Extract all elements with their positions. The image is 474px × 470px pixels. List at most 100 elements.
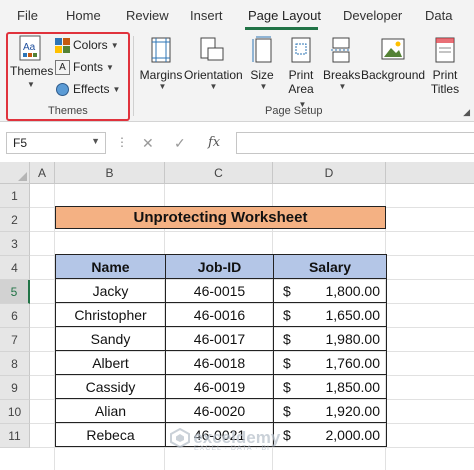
tab-home[interactable]: Home: [66, 8, 101, 23]
name-box[interactable]: F5 ▼: [6, 132, 106, 154]
chevron-down-icon: ▼: [106, 62, 114, 72]
name-cell[interactable]: Christopher: [55, 302, 166, 327]
effects-button[interactable]: Effects ▼: [55, 79, 120, 99]
name-cell[interactable]: Sandy: [55, 326, 166, 351]
print-titles-icon: [435, 37, 455, 63]
print-titles-button[interactable]: Print Titles: [428, 36, 462, 96]
page-setup-group-label: Page Setup: [265, 105, 323, 117]
row-header-9[interactable]: 9: [0, 376, 30, 400]
fonts-button[interactable]: A Fonts ▼: [55, 57, 114, 77]
row-header-5[interactable]: 5: [0, 280, 30, 304]
salary-cell[interactable]: $1,760.00: [273, 350, 387, 375]
tab-review[interactable]: Review: [126, 8, 169, 23]
header-cell-salary[interactable]: Salary: [273, 254, 387, 279]
name-cell[interactable]: Albert: [55, 350, 166, 375]
cancel-icon[interactable]: ✕: [142, 135, 154, 152]
salary-amount: 1,800.00: [325, 283, 381, 299]
margins-label: Margins: [139, 68, 183, 82]
job-id-cell[interactable]: 46-0017: [165, 326, 274, 351]
salary-amount: 1,650.00: [325, 307, 381, 323]
orientation-button[interactable]: Orientation ▼: [184, 36, 243, 91]
job-id-cell[interactable]: 46-0018: [165, 350, 274, 375]
salary-cell[interactable]: $1,650.00: [273, 302, 387, 327]
salary-cell[interactable]: $1,800.00: [273, 278, 387, 303]
row-header-1[interactable]: 1: [0, 184, 30, 208]
table-row: Albert 46-0018 $1,760.00: [55, 350, 387, 375]
worksheet-title-cell[interactable]: Unprotecting Worksheet: [55, 206, 386, 229]
job-id-cell[interactable]: 46-0019: [165, 374, 274, 399]
column-header-c[interactable]: C: [165, 162, 273, 184]
themes-icon: Aa: [19, 35, 41, 61]
tab-file[interactable]: File: [17, 8, 38, 23]
salary-cell[interactable]: $1,850.00: [273, 374, 387, 399]
orientation-icon: [200, 37, 224, 61]
chevron-down-icon[interactable]: ▼: [91, 136, 100, 146]
currency-symbol: $: [283, 283, 291, 299]
job-id-cell[interactable]: 46-0016: [165, 302, 274, 327]
tab-developer[interactable]: Developer: [343, 8, 402, 23]
print-area-button[interactable]: Print Area ▼: [283, 36, 319, 112]
page-size-icon: [252, 36, 272, 63]
salary-cell[interactable]: $1,920.00: [273, 398, 387, 423]
job-id-cell[interactable]: 46-0015: [165, 278, 274, 303]
dialog-launcher-icon[interactable]: ◢: [463, 107, 470, 118]
column-header-e[interactable]: [386, 162, 474, 184]
watermark-subtitle: EXCEL · DATA · BI: [194, 445, 270, 452]
fonts-label: Fonts: [73, 60, 104, 74]
column-header-a[interactable]: A: [30, 162, 55, 184]
salary-amount: 1,920.00: [325, 403, 381, 419]
themes-button[interactable]: Aa Themes ▼: [10, 34, 53, 89]
row-header-11[interactable]: 11: [0, 424, 30, 448]
name-cell[interactable]: Alian: [55, 398, 166, 423]
tab-insert[interactable]: Insert: [190, 8, 223, 23]
formula-bar: F5 ▼ ⋮ ✕ ✓ fx: [0, 122, 474, 162]
header-cell-job-id[interactable]: Job-ID: [165, 254, 274, 279]
name-box-value: F5: [13, 136, 28, 150]
breaks-button[interactable]: Breaks ▼: [323, 36, 361, 91]
name-cell[interactable]: Rebeca: [55, 422, 166, 447]
margins-button[interactable]: Margins ▼: [138, 36, 184, 91]
currency-symbol: $: [283, 427, 291, 443]
job-id-cell[interactable]: 46-0020: [165, 398, 274, 423]
row-header-4[interactable]: 4: [0, 256, 30, 280]
background-button[interactable]: Background: [361, 36, 425, 82]
effects-icon: [55, 82, 70, 97]
more-options-icon[interactable]: ⋮: [116, 135, 128, 149]
row-header-8[interactable]: 8: [0, 352, 30, 376]
colors-button[interactable]: Colors ▼: [55, 35, 119, 55]
salary-cell[interactable]: $2,000.00: [273, 422, 387, 447]
column-header-d[interactable]: D: [273, 162, 386, 184]
size-label: Size: [250, 68, 274, 82]
currency-symbol: $: [283, 403, 291, 419]
row-header-10[interactable]: 10: [0, 400, 30, 424]
row-header-7[interactable]: 7: [0, 328, 30, 352]
margins-icon: [151, 37, 171, 63]
row-header-3[interactable]: 3: [0, 232, 30, 256]
enter-check-icon[interactable]: ✓: [174, 135, 186, 152]
formula-input[interactable]: [236, 132, 474, 154]
colors-label: Colors: [73, 38, 108, 52]
insert-function-icon[interactable]: fx: [208, 135, 220, 150]
breaks-label: Breaks: [323, 68, 361, 82]
name-cell[interactable]: Cassidy: [55, 374, 166, 399]
table-header-row: Name Job-ID Salary: [55, 254, 387, 279]
gridline: [30, 231, 474, 232]
orientation-label: Orientation: [184, 68, 243, 82]
header-cell-name[interactable]: Name: [55, 254, 166, 279]
size-button[interactable]: Size ▼: [248, 36, 276, 91]
row-header-6[interactable]: 6: [0, 304, 30, 328]
tab-data[interactable]: Data: [425, 8, 452, 23]
select-all-corner[interactable]: [0, 162, 30, 184]
salary-cell[interactable]: $1,980.00: [273, 326, 387, 351]
print-titles-label-line2: Titles: [430, 82, 460, 96]
salary-amount: 1,980.00: [325, 331, 381, 347]
tab-page-layout[interactable]: Page Layout: [248, 8, 321, 23]
salary-amount: 1,760.00: [325, 355, 381, 371]
name-cell[interactable]: Jacky: [55, 278, 166, 303]
column-header-b[interactable]: B: [55, 162, 165, 184]
group-separator: [133, 36, 134, 116]
table-row: Cassidy 46-0019 $1,850.00: [55, 374, 387, 399]
row-header-2[interactable]: 2: [0, 208, 30, 232]
worksheet-grid: A B C D 1 2 3 4 5 6 7 8 9 10 11 Unprotec…: [0, 162, 474, 470]
table-row: Jacky 46-0015 $1,800.00: [55, 278, 387, 303]
